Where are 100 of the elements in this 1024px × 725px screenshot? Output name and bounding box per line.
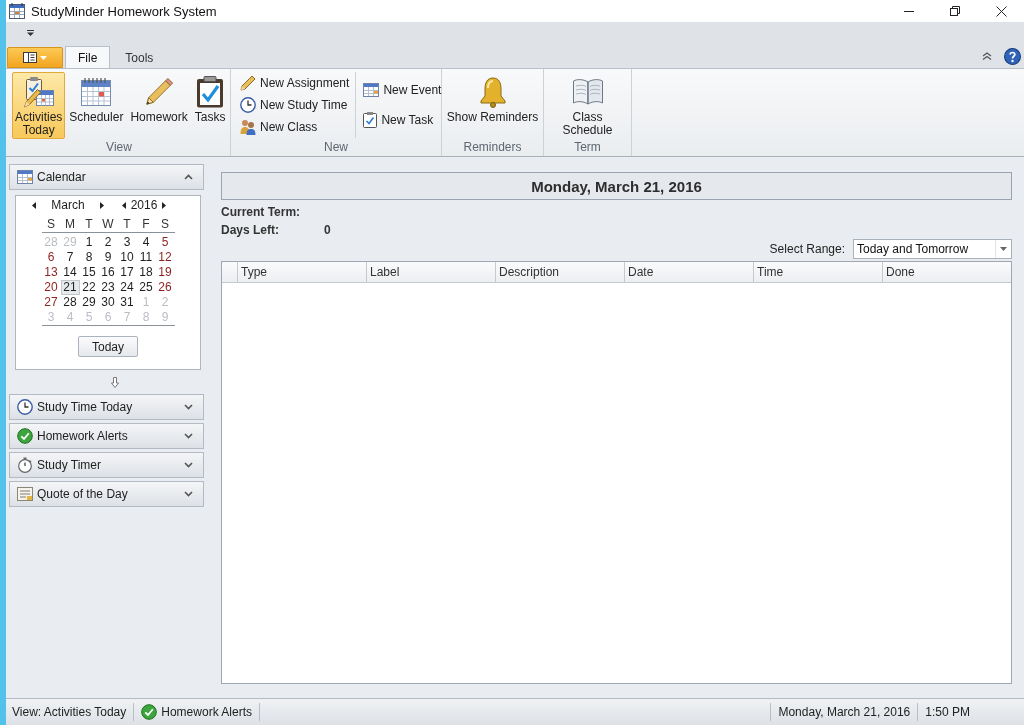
bell-icon <box>477 76 508 108</box>
calendar-day[interactable]: 6 <box>41 250 61 265</box>
calendar-day[interactable]: 1 <box>79 235 99 250</box>
group-label: Term <box>573 141 602 156</box>
group-label: View <box>105 141 133 156</box>
field-value: 0 <box>324 223 331 237</box>
calendar-day[interactable]: 24 <box>117 280 137 295</box>
calendar-icon <box>17 170 33 184</box>
calendar-day[interactable]: 2 <box>98 235 118 250</box>
weekday-label: T <box>84 216 94 232</box>
app-icon <box>9 3 25 19</box>
calendar-day[interactable]: 4 <box>136 235 156 250</box>
calendar-day[interactable]: 14 <box>60 265 80 280</box>
panel-header[interactable]: Calendar <box>9 164 204 190</box>
today-button[interactable]: Today <box>78 336 138 357</box>
ribbon-tab[interactable]: File <box>65 46 111 68</box>
chevron-down-icon[interactable] <box>184 462 193 468</box>
chevron-up-icon[interactable] <box>184 174 193 180</box>
help-icon[interactable] <box>1004 47 1021 65</box>
ribbon-button[interactable]: Tasks <box>191 72 229 139</box>
ribbon-button[interactable]: New Study Time <box>236 94 354 116</box>
ribbon-button[interactable]: Class Schedule <box>554 72 621 139</box>
column-header[interactable]: Done <box>882 262 1011 282</box>
pencil-icon <box>144 77 175 107</box>
column-header[interactable]: Date <box>624 262 753 282</box>
triangle-right-icon[interactable] <box>162 201 166 209</box>
column-header[interactable]: Type <box>237 262 366 282</box>
column-header[interactable]: Time <box>753 262 882 282</box>
panel-header[interactable]: Quote of the Day <box>9 481 204 507</box>
check-circle-icon <box>141 704 158 720</box>
calendar-day[interactable]: 30 <box>98 295 118 310</box>
calendar-day[interactable]: 15 <box>79 265 99 280</box>
calendar-day[interactable]: 31 <box>117 295 137 310</box>
weekday-label: S <box>160 216 170 232</box>
dropdown-arrow-icon <box>1000 247 1007 251</box>
book-icon <box>571 78 604 106</box>
ribbon-button[interactable]: New Class <box>236 116 354 138</box>
close-icon[interactable] <box>995 5 1007 17</box>
year-label: 2016 <box>129 198 159 212</box>
chevron-down-icon[interactable] <box>184 491 193 497</box>
calendar-day[interactable]: 22 <box>79 280 99 295</box>
clipboard-check-icon <box>363 111 378 128</box>
calendar-day[interactable]: 18 <box>136 265 156 280</box>
calendar-day[interactable]: 13 <box>41 265 61 280</box>
field-label: Current Term: <box>221 205 302 219</box>
chevron-down-icon[interactable] <box>184 433 193 439</box>
calendar-day[interactable]: 7 <box>60 250 80 265</box>
calendar-day[interactable]: 9 <box>98 250 118 265</box>
calendar-day[interactable]: 11 <box>136 250 156 265</box>
panel-header[interactable]: Study Timer <box>9 452 204 478</box>
calendar-day[interactable]: 17 <box>117 265 137 280</box>
date-heading: Monday, March 21, 2016 <box>221 172 1012 200</box>
minimize-icon[interactable] <box>904 10 914 12</box>
ribbon-tab[interactable]: Tools <box>112 46 167 68</box>
calendar-day[interactable]: 23 <box>98 280 118 295</box>
range-dropdown[interactable]: Today and Tomorrow <box>853 239 1012 259</box>
group-label: New <box>323 141 349 156</box>
down-arrow-icon[interactable] <box>110 376 119 388</box>
calendar-day[interactable]: 12 <box>155 250 175 265</box>
panel-header[interactable]: Homework Alerts <box>9 423 204 449</box>
triangle-left-icon[interactable] <box>122 201 126 209</box>
chevron-up-icon[interactable] <box>982 52 992 60</box>
calendar-day[interactable]: 21 <box>60 280 80 295</box>
column-header[interactable]: Description <box>495 262 624 282</box>
status-alerts[interactable]: Homework Alerts <box>141 704 252 720</box>
calendar-day[interactable]: 28 <box>60 295 80 310</box>
calendar-day[interactable]: 27 <box>41 295 61 310</box>
chevron-down-icon[interactable] <box>184 404 193 410</box>
calendar-day[interactable]: 8 <box>79 250 99 265</box>
panel-header[interactable]: Study Time Today <box>9 394 204 420</box>
calendar-day[interactable]: 3 <box>117 235 137 250</box>
calendar-day[interactable]: 16 <box>98 265 118 280</box>
ribbon-button[interactable]: New Event <box>359 79 446 102</box>
calendar-day[interactable]: 10 <box>117 250 137 265</box>
panel-icon <box>23 52 37 63</box>
dropdown-icon[interactable] <box>27 30 34 36</box>
triangle-right-icon[interactable] <box>100 201 104 209</box>
field-label: Days Left: <box>221 223 280 237</box>
app-menu-button[interactable] <box>7 47 63 68</box>
calendar-day[interactable]: 29 <box>79 295 99 310</box>
restore-icon[interactable] <box>950 6 960 16</box>
ribbon-button[interactable]: New Task <box>359 108 446 131</box>
ribbon-button[interactable]: Activities Today <box>12 72 66 139</box>
calendar-day[interactable]: 5 <box>155 235 175 250</box>
caret-icon <box>40 55 47 60</box>
calendar-day[interactable]: 20 <box>41 280 61 295</box>
ribbon-button[interactable]: New Assignment <box>236 72 354 94</box>
calendar-day[interactable]: 25 <box>136 280 156 295</box>
clock-icon <box>240 97 256 113</box>
people-icon <box>240 119 256 135</box>
ribbon-button[interactable]: Show Reminders <box>443 72 542 139</box>
stopwatch-icon <box>17 457 33 473</box>
calendar-day[interactable]: 19 <box>155 265 175 280</box>
calendar-day[interactable]: 26 <box>155 280 175 295</box>
column-header[interactable]: Label <box>366 262 495 282</box>
ribbon-button[interactable]: Homework <box>127 72 191 139</box>
triangle-left-icon[interactable] <box>32 201 36 209</box>
ribbon-button[interactable]: Scheduler <box>66 72 127 139</box>
window-title: StudyMinder Homework System <box>31 3 217 19</box>
weekday-label: M <box>64 216 76 232</box>
